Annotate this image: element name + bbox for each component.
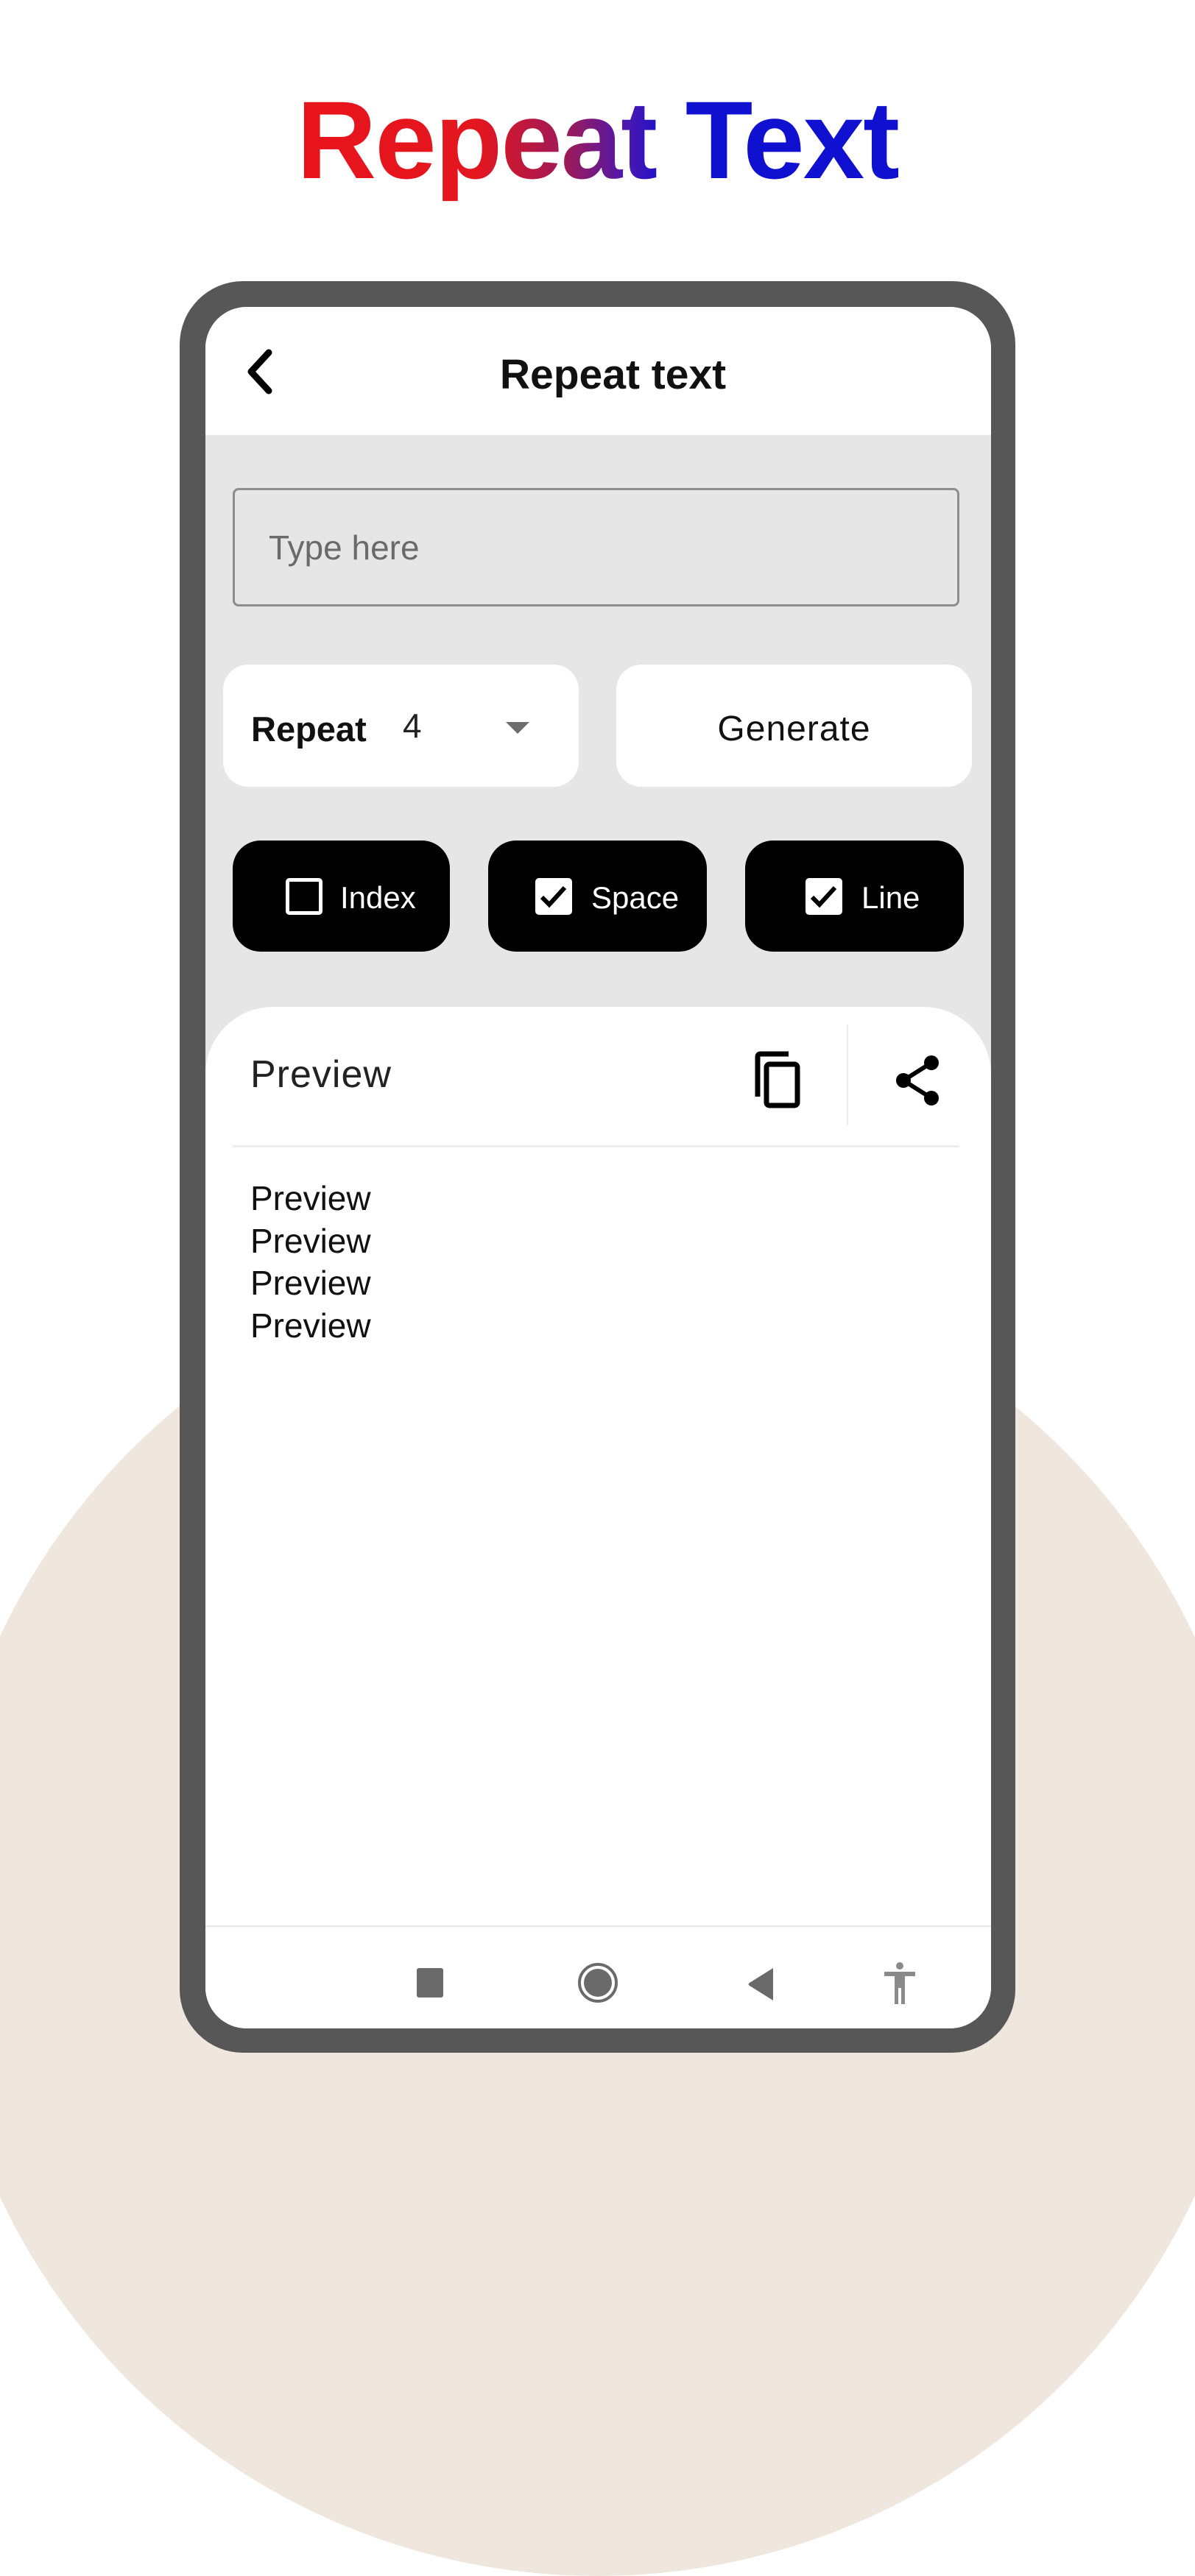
caret-down-icon (506, 722, 529, 734)
share-button[interactable] (890, 1052, 946, 1108)
preview-panel: Preview Preview Preview Preview Preview (205, 1007, 991, 2028)
back-icon[interactable] (747, 1967, 776, 2002)
preview-line: Preview (250, 1179, 371, 1217)
share-icon (896, 1055, 939, 1105)
system-nav-bar (205, 1927, 991, 2028)
hero-title: Repeat Text (0, 74, 1195, 206)
page-title: Repeat text (499, 351, 727, 398)
phone-screen: Repeat text Repeat 4 Generate Index Spac… (205, 307, 991, 2028)
checkbox-checked-icon[interactable] (806, 878, 842, 915)
divider (847, 1025, 848, 1125)
generate-label: Generate (717, 710, 871, 749)
preview-line: Preview (250, 1264, 371, 1302)
preview-output: Preview Preview Preview Preview (250, 1178, 371, 1347)
space-label: Space (591, 880, 680, 915)
index-toggle[interactable]: Index (233, 841, 450, 952)
checkbox-checked-icon[interactable] (535, 878, 572, 915)
text-input[interactable] (233, 488, 959, 606)
copy-button[interactable] (752, 1051, 805, 1110)
index-label: Index (340, 880, 416, 915)
preview-line: Preview (250, 1306, 371, 1345)
repeat-label: Repeat (251, 710, 367, 749)
separator (233, 1145, 959, 1147)
line-label: Line (861, 880, 920, 915)
recent-apps-icon[interactable] (417, 1968, 443, 1998)
generate-button[interactable]: Generate (616, 665, 972, 787)
preview-line: Preview (250, 1221, 371, 1260)
repeat-count-dropdown[interactable]: Repeat 4 (223, 665, 579, 787)
hero-title-text: Repeat Text (296, 78, 900, 202)
checkbox-unchecked-icon[interactable] (286, 878, 322, 915)
phone-frame: Repeat text Repeat 4 Generate Index Spac… (180, 281, 1015, 2053)
copy-icon (755, 1051, 800, 1108)
line-toggle[interactable]: Line (745, 841, 964, 952)
app-bar: Repeat text (205, 307, 991, 435)
repeat-value: 4 (403, 707, 422, 745)
home-icon[interactable] (577, 1962, 618, 2003)
preview-title: Preview (250, 1053, 392, 1096)
accessibility-icon[interactable] (883, 1962, 917, 2005)
space-toggle[interactable]: Space (488, 841, 707, 952)
